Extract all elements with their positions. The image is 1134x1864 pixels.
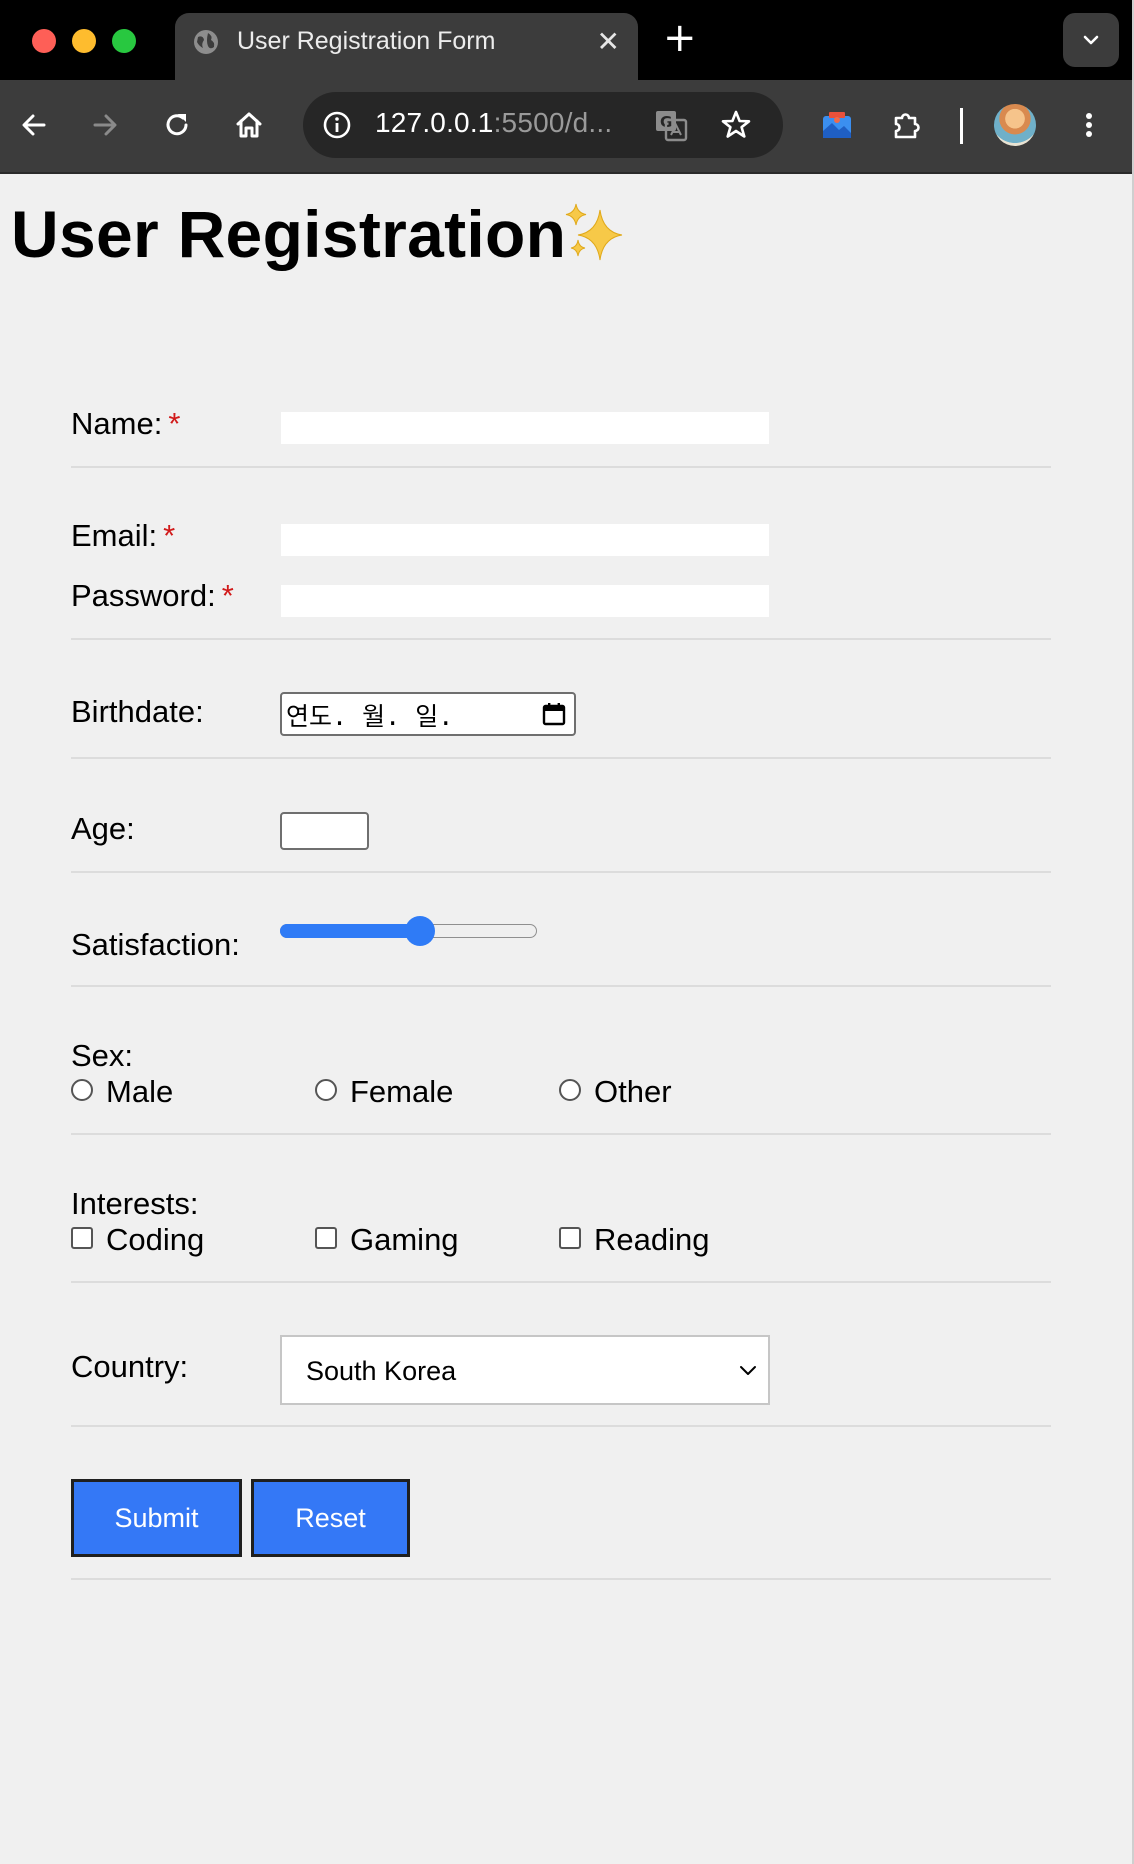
country-selected-value: South Korea [306, 1356, 457, 1386]
interest-option-label: Gaming [350, 1222, 459, 1257]
chevron-down-icon [740, 1366, 756, 1375]
address-bar[interactable]: 127.0.0.1:5500/d... G [303, 92, 783, 158]
sparkles-icon [565, 203, 623, 261]
interests-label: Interests: [71, 1186, 199, 1221]
submit-button[interactable]: Submit [71, 1479, 242, 1557]
name-input[interactable] [281, 412, 769, 444]
maximize-window-button[interactable] [112, 29, 136, 53]
extensions-puzzle-icon[interactable] [890, 108, 924, 142]
age-label: Age: [71, 811, 135, 846]
slider-thumb[interactable] [404, 916, 435, 946]
toolbar-divider [960, 108, 963, 144]
interest-checkbox-coding[interactable] [71, 1227, 93, 1249]
close-tab-icon[interactable]: ✕ [597, 25, 620, 58]
sex-option-label: Male [106, 1074, 174, 1109]
forward-icon[interactable] [88, 108, 122, 142]
interest-option-label: Reading [594, 1222, 710, 1257]
email-input[interactable] [281, 524, 769, 556]
section-divider [71, 985, 1051, 987]
reload-icon[interactable] [160, 108, 194, 142]
interest-checkbox-gaming[interactable] [315, 1227, 337, 1249]
reset-button[interactable]: Reset [251, 1479, 410, 1557]
url-text: 127.0.0.1:5500/d... [375, 107, 613, 138]
sex-label: Sex: [71, 1038, 134, 1073]
home-icon[interactable] [232, 108, 266, 142]
sex-option-label: Female [350, 1074, 454, 1109]
chevron-down-icon [1083, 35, 1099, 45]
birthdate-input[interactable]: 연도. 월. 일. [280, 692, 576, 736]
tab-search-button[interactable] [1063, 13, 1119, 67]
section-divider [71, 1133, 1051, 1135]
extension-icon[interactable] [818, 106, 856, 144]
slider-fill [280, 924, 420, 938]
country-label: Country: [71, 1349, 189, 1384]
birthdate-label: Birthdate: [71, 694, 204, 729]
profile-avatar[interactable] [994, 104, 1036, 146]
email-label: Email: * [71, 518, 176, 553]
translate-icon[interactable]: G [653, 107, 689, 143]
minimize-window-button[interactable] [72, 29, 96, 53]
country-select[interactable]: South Korea [280, 1335, 770, 1405]
browser-toolbar: 127.0.0.1:5500/d... G [0, 80, 1132, 174]
close-window-button[interactable] [32, 29, 56, 53]
page-title: User Registration [11, 197, 567, 271]
more-menu-icon[interactable] [1072, 108, 1106, 142]
section-divider [71, 1425, 1051, 1427]
sex-radio-female[interactable] [315, 1079, 337, 1101]
sex-radio-other[interactable] [559, 1079, 581, 1101]
active-tab[interactable]: User Registration Form ✕ [175, 13, 638, 80]
section-divider [71, 757, 1051, 759]
satisfaction-label: Satisfaction: [71, 927, 240, 962]
new-tab-button[interactable]: + [663, 18, 697, 58]
section-divider [71, 871, 1051, 873]
sex-radio-male[interactable] [71, 1079, 93, 1101]
age-input[interactable] [280, 812, 369, 850]
back-icon[interactable] [17, 108, 51, 142]
name-label: Name: * [71, 406, 181, 441]
section-divider [71, 1281, 1051, 1283]
browser-window: User Registration Form ✕ + 127.0.0.1:550… [0, 0, 1134, 1864]
section-divider [71, 466, 1051, 468]
section-divider [71, 1578, 1051, 1580]
calendar-icon[interactable] [542, 702, 566, 726]
globe-icon [194, 30, 218, 54]
site-info-icon[interactable] [321, 109, 353, 141]
password-input[interactable] [281, 585, 769, 617]
page-content: User Registration Name: * Email: * Passwor… [0, 174, 1132, 1864]
tab-title: User Registration Form [237, 27, 496, 55]
satisfaction-slider[interactable] [280, 916, 537, 946]
interest-checkbox-reading[interactable] [559, 1227, 581, 1249]
tab-bar: User Registration Form ✕ + [0, 0, 1132, 80]
bookmark-star-icon[interactable] [719, 108, 753, 142]
section-divider [71, 638, 1051, 640]
password-label: Password: * [71, 578, 234, 613]
sex-option-label: Other [594, 1074, 672, 1109]
birthdate-placeholder: 연도. 월. 일. [286, 702, 454, 731]
interest-option-label: Coding [106, 1222, 205, 1257]
